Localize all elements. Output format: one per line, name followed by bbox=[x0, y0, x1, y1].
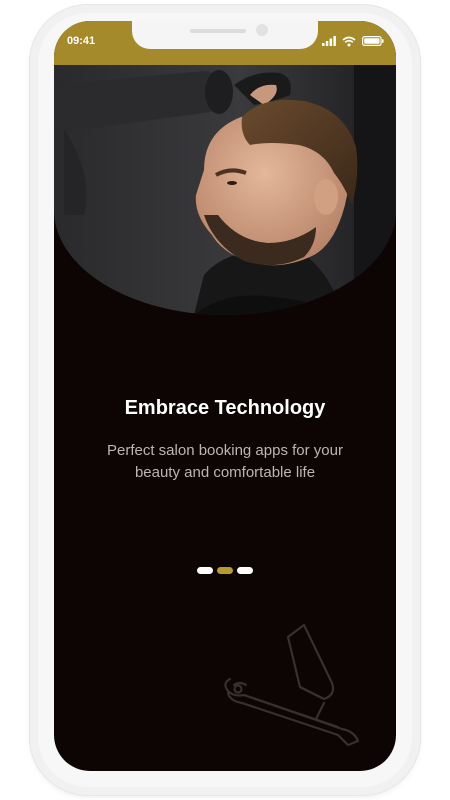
camera bbox=[256, 24, 268, 36]
signal-icon bbox=[322, 36, 336, 46]
onboarding-subtitle: Perfect salon booking apps for your beau… bbox=[107, 442, 343, 481]
page-dot-3[interactable] bbox=[237, 567, 253, 574]
wifi-icon bbox=[342, 36, 356, 46]
onboarding-title: Embrace Technology bbox=[124, 397, 326, 419]
page-dot-2-active[interactable] bbox=[217, 567, 233, 574]
status-time: 09:41 bbox=[67, 35, 96, 47]
status-bar: 09:41 bbox=[54, 21, 396, 65]
page-indicator bbox=[54, 567, 396, 574]
notch bbox=[132, 21, 318, 49]
barber-photo bbox=[54, 65, 396, 315]
onboarding-screen: 09:41 Embrace Technology Perfect salon b… bbox=[54, 21, 396, 771]
speaker bbox=[190, 29, 246, 33]
battery-icon bbox=[362, 36, 384, 46]
straight-razor-icon bbox=[224, 623, 360, 747]
page-dot-1[interactable] bbox=[197, 567, 213, 574]
hero-image bbox=[54, 65, 396, 315]
status-icons bbox=[322, 35, 384, 47]
